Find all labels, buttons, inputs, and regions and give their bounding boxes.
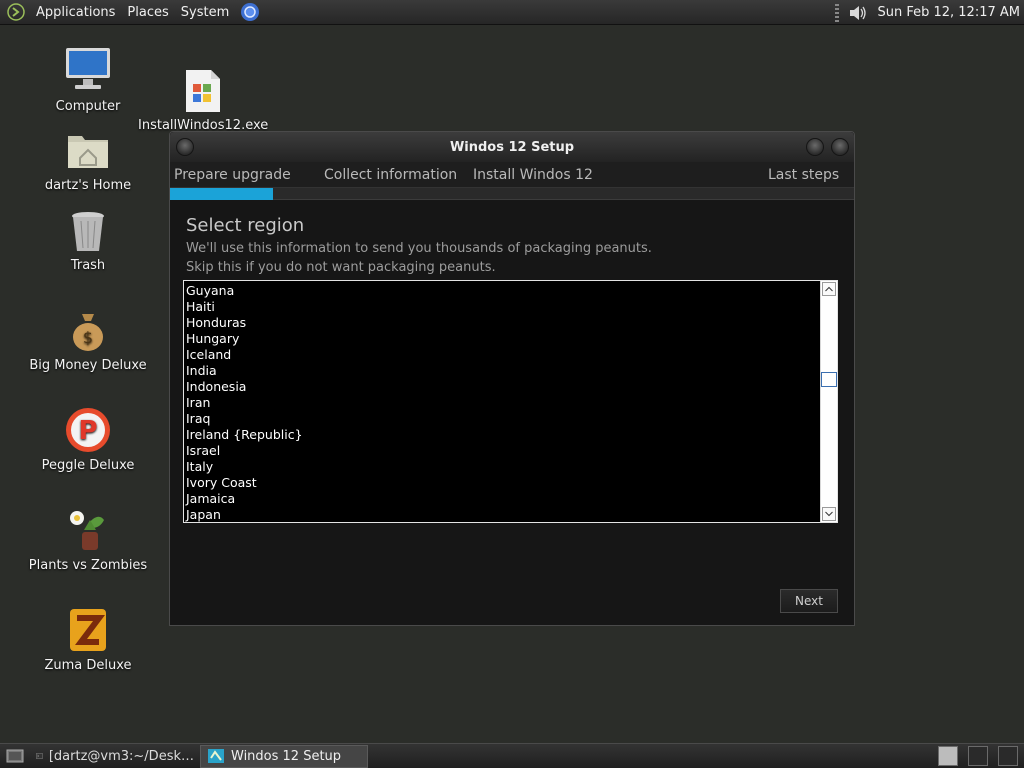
desktop-icon-label: Computer [55,99,121,114]
description-line-1: We'll use this information to send you t… [186,241,652,256]
desktop-icon-computer[interactable]: Computer [23,45,153,114]
money-bag-icon: $ [73,314,103,351]
window-title: Windos 12 Setup [449,139,575,155]
bottom-panel: [dartz@vm3:~/Desk… Windos 12 Setup [0,743,1024,768]
desktop-icon-label: dartz's Home [44,178,132,193]
scroll-up-button[interactable] [822,282,836,296]
workspace-2[interactable] [968,746,988,766]
desktop-icon-big-money[interactable]: $ Big Money Deluxe [23,308,153,373]
terminal-icon [36,753,43,759]
step-last-steps: Last steps [768,167,840,183]
panel-grip-icon[interactable] [835,3,840,22]
trash-icon [72,212,104,251]
workspace-1[interactable] [938,746,958,766]
home-folder-icon [68,136,108,168]
desktop-icon-label: Peggle Deluxe [41,458,135,473]
chevron-up-icon [825,286,833,292]
setup-content: Select region We'll use this information… [170,200,854,277]
chevron-down-icon [825,511,833,517]
setup-progress-fill [170,188,273,200]
desktop-icon-label: Big Money Deluxe [29,358,147,373]
distro-logo-icon[interactable] [7,3,25,21]
setup-progress-bar [170,188,854,200]
scroll-thumb[interactable] [821,372,837,387]
volume-icon[interactable] [847,3,869,23]
description-line-2: Skip this if you do not want packaging p… [186,260,496,275]
desktop-icon-pvz[interactable]: Plants vs Zombies [23,506,153,573]
region-list-item[interactable]: India [186,363,819,379]
region-list-item[interactable]: Iran [186,395,819,411]
next-button[interactable]: Next [780,589,838,613]
window-menu-button[interactable] [176,138,194,156]
svg-text:P: P [78,416,97,446]
browser-launcher-icon[interactable] [240,2,260,22]
step-prepare-upgrade: Prepare upgrade [174,167,291,183]
desktop-icon-label: Zuma Deluxe [44,658,132,673]
region-list-item[interactable]: Jamaica [186,491,819,507]
page-heading: Select region [186,215,305,236]
region-listbox[interactable]: Guyana Haiti Honduras Hungary Iceland India In… [183,280,838,523]
menu-applications[interactable]: Applications [30,5,121,20]
region-list-item[interactable]: Israel [186,443,819,459]
setup-window: Windos 12 Setup Prepare upgrade Collect … [169,131,855,626]
region-list-item[interactable]: Iceland [186,347,819,363]
region-list-item[interactable]: Japan [186,507,819,522]
top-panel: Applications Places System Sun Feb 12, 1… [0,0,1024,25]
close-button[interactable] [831,138,849,156]
window-titlebar[interactable]: Windos 12 Setup [170,132,854,162]
scroll-down-button[interactable] [822,507,836,521]
region-list-item[interactable]: Ivory Coast [186,475,819,491]
desktop-icon-label: Trash [70,258,106,273]
step-collect-information: Collect information [324,167,458,183]
region-list-item[interactable]: Guyana [186,283,819,299]
desktop-icon-zuma[interactable]: Zuma Deluxe [23,606,153,673]
plants-vs-zombies-icon [70,511,104,550]
desktop-icon-home[interactable]: dartz's Home [23,128,153,193]
zuma-icon [70,609,106,651]
desktop-icon-trash[interactable]: Trash [23,208,153,273]
exe-file-icon [186,70,220,112]
taskbar-item-setup[interactable]: Windos 12 Setup [200,744,368,768]
desktop-icon-installer[interactable]: InstallWindos12.exe [138,68,268,133]
svg-text:$: $ [83,328,93,347]
menu-places[interactable]: Places [121,5,174,20]
workspace-3[interactable] [998,746,1018,766]
show-desktop-icon [6,749,24,763]
taskbar-item-terminal[interactable]: [dartz@vm3:~/Desk… [30,745,200,768]
taskbar-item-label: [dartz@vm3:~/Desk… [48,748,194,764]
menu-system[interactable]: System [175,5,235,20]
peggle-icon: P [66,408,110,452]
region-list-item[interactable]: Honduras [186,315,819,331]
region-list-item[interactable]: Indonesia [186,379,819,395]
step-install: Install Windos 12 [473,167,593,183]
computer-icon [66,48,110,89]
panel-clock[interactable]: Sun Feb 12, 12:17 AM [877,5,1020,20]
region-scrollbar[interactable] [820,281,837,522]
region-list-item[interactable]: Iraq [186,411,819,427]
region-list-items: Guyana Haiti Honduras Hungary Iceland India In… [186,283,819,522]
minimize-button[interactable] [806,138,824,156]
region-list-item[interactable]: Haiti [186,299,819,315]
desktop-icon-peggle[interactable]: P Peggle Deluxe [23,406,153,473]
taskbar-item-label: Windos 12 Setup [231,748,342,764]
region-list-item[interactable]: Ireland {Republic} [186,427,819,443]
setup-app-icon [208,749,224,763]
region-list-item[interactable]: Hungary [186,331,819,347]
region-list-item[interactable]: Italy [186,459,819,475]
show-desktop-button[interactable] [0,745,30,768]
setup-steps: Prepare upgrade Collect information Inst… [170,162,854,188]
desktop-icon-label: Plants vs Zombies [28,558,148,573]
